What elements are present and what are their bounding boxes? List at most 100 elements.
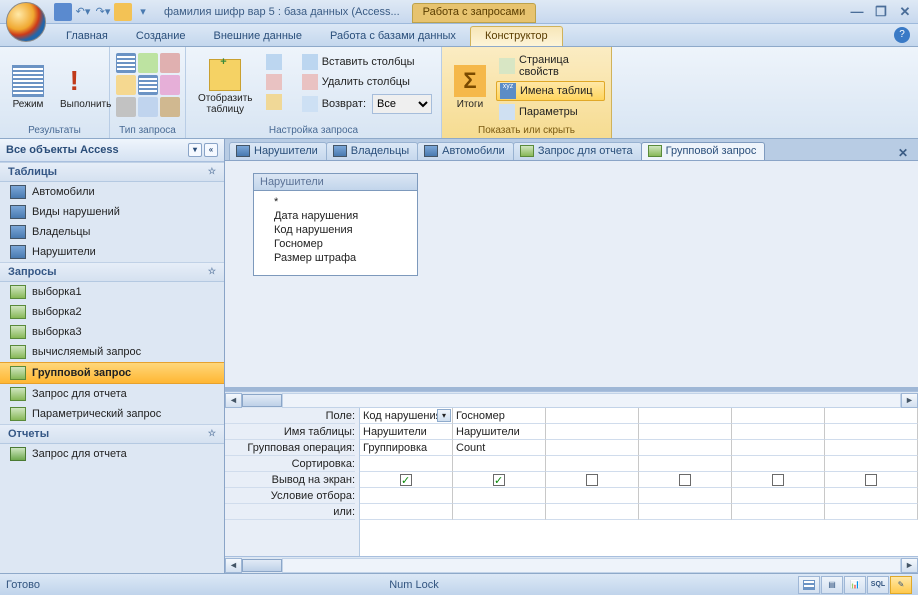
- grid-cell[interactable]: [732, 440, 825, 456]
- datasheet-view-button[interactable]: [798, 576, 820, 594]
- grid-cell[interactable]: [639, 504, 732, 520]
- grid-cell[interactable]: [732, 424, 825, 440]
- design-view-button[interactable]: ✎: [890, 576, 912, 594]
- grid-cell[interactable]: [732, 472, 825, 488]
- field-item[interactable]: *: [260, 195, 411, 209]
- show-table-button[interactable]: + Отобразитьтаблицу: [192, 53, 259, 121]
- minimize-button[interactable]: —: [848, 4, 866, 20]
- grid-cell[interactable]: [546, 456, 639, 472]
- nav-section-Отчеты[interactable]: Отчеты☆: [0, 424, 224, 444]
- show-checkbox[interactable]: [586, 474, 598, 486]
- grid-cell[interactable]: [546, 504, 639, 520]
- union-icon[interactable]: [160, 75, 180, 95]
- grid-cell[interactable]: [732, 456, 825, 472]
- insert-rows-button[interactable]: [263, 53, 295, 71]
- grid-cell[interactable]: [825, 408, 918, 424]
- update-query-icon[interactable]: [138, 75, 158, 95]
- close-button[interactable]: ✕: [896, 4, 914, 20]
- grid-cell[interactable]: [825, 424, 918, 440]
- grid-cell[interactable]: Нарушители: [453, 424, 546, 440]
- grid-cell[interactable]: Нарушители: [360, 424, 453, 440]
- nav-item[interactable]: Запрос для отчета: [0, 444, 224, 464]
- delete-query-icon[interactable]: [116, 97, 136, 117]
- restore-button[interactable]: ❐: [872, 4, 890, 20]
- make-table-icon[interactable]: [138, 53, 158, 73]
- scroll-thumb[interactable]: [242, 394, 282, 407]
- scroll-right-icon[interactable]: ►: [901, 558, 918, 573]
- scroll-track[interactable]: [282, 558, 901, 573]
- nav-collapse-icon[interactable]: «: [204, 143, 218, 157]
- field-item[interactable]: Код нарушения: [260, 223, 411, 237]
- scroll-thumb[interactable]: [242, 559, 282, 572]
- grid-cell[interactable]: [732, 488, 825, 504]
- nav-item[interactable]: Виды нарушений: [0, 202, 224, 222]
- nav-item[interactable]: выборка3: [0, 322, 224, 342]
- grid-cell[interactable]: [825, 488, 918, 504]
- chart-view-button[interactable]: 📊: [844, 576, 866, 594]
- lower-hscroll[interactable]: ◄ ►: [225, 556, 918, 573]
- return-select[interactable]: Все: [372, 94, 432, 114]
- open-icon[interactable]: [114, 3, 132, 21]
- save-icon[interactable]: [54, 3, 72, 21]
- grid-cell[interactable]: [825, 504, 918, 520]
- grid-cell[interactable]: [360, 456, 453, 472]
- grid-cell[interactable]: [546, 472, 639, 488]
- ribbon-tab-работа с базами данных[interactable]: Работа с базами данных: [316, 27, 470, 46]
- nav-item[interactable]: Параметрический запрос: [0, 404, 224, 424]
- grid-cell[interactable]: [360, 504, 453, 520]
- field-item[interactable]: Госномер: [260, 237, 411, 251]
- nav-item[interactable]: выборка1: [0, 282, 224, 302]
- ribbon-tab-внешние данные[interactable]: Внешние данные: [200, 27, 316, 46]
- ribbon-tab-главная[interactable]: Главная: [52, 27, 122, 46]
- passthrough-icon[interactable]: [138, 97, 158, 117]
- nav-item[interactable]: Запрос для отчета: [0, 384, 224, 404]
- insert-cols-button[interactable]: Вставить столбцы: [299, 53, 435, 71]
- builder-button[interactable]: [263, 93, 295, 111]
- nav-header[interactable]: Все объекты Access ▾«: [0, 139, 224, 162]
- grid-cell[interactable]: [825, 472, 918, 488]
- scroll-right-icon[interactable]: ►: [901, 393, 918, 408]
- grid-cell[interactable]: [546, 424, 639, 440]
- show-checkbox[interactable]: [679, 474, 691, 486]
- grid-cell[interactable]: Count: [453, 440, 546, 456]
- show-checkbox[interactable]: [772, 474, 784, 486]
- close-tab-button[interactable]: ✕: [894, 146, 912, 160]
- grid-cell[interactable]: [546, 488, 639, 504]
- table-card[interactable]: Нарушители *Дата нарушенияКод нарушенияГ…: [253, 173, 418, 276]
- doc-tab[interactable]: Запрос для отчета: [513, 142, 642, 160]
- crosstab-icon[interactable]: [160, 53, 180, 73]
- run-button[interactable]: ! Выполнить: [54, 53, 117, 121]
- grid-cell[interactable]: [360, 472, 453, 488]
- undo-button[interactable]: ↶▾: [74, 3, 92, 21]
- doc-tab[interactable]: Нарушители: [229, 142, 327, 160]
- office-button[interactable]: [6, 2, 46, 42]
- delete-rows-button[interactable]: [263, 73, 295, 91]
- grid-columns[interactable]: Код нарушения▾ГосномерНарушителиНарушите…: [360, 408, 918, 556]
- grid-cell[interactable]: [639, 424, 732, 440]
- grid-cell[interactable]: [360, 488, 453, 504]
- nav-item[interactable]: Нарушители: [0, 242, 224, 262]
- table-names-button[interactable]: xyzИмена таблиц: [496, 81, 605, 101]
- show-checkbox[interactable]: [400, 474, 412, 486]
- scroll-track[interactable]: [282, 393, 901, 408]
- grid-cell[interactable]: [453, 472, 546, 488]
- qat-customize[interactable]: ▾: [134, 3, 152, 21]
- nav-dropdown-icon[interactable]: ▾: [188, 143, 202, 157]
- grid-cell[interactable]: Госномер: [453, 408, 546, 424]
- delete-cols-button[interactable]: Удалить столбцы: [299, 73, 435, 91]
- nav-section-Таблицы[interactable]: Таблицы☆: [0, 162, 224, 182]
- doc-tab[interactable]: Владельцы: [326, 142, 418, 160]
- show-checkbox[interactable]: [493, 474, 505, 486]
- show-checkbox[interactable]: [865, 474, 877, 486]
- ribbon-tab-создание[interactable]: Создание: [122, 27, 200, 46]
- property-page-button[interactable]: Страница свойств: [496, 53, 605, 79]
- grid-cell[interactable]: [546, 408, 639, 424]
- doc-tab[interactable]: Групповой запрос: [641, 142, 766, 160]
- parameters-button[interactable]: Параметры: [496, 103, 605, 121]
- pivot-view-button[interactable]: ▤: [821, 576, 843, 594]
- table-pane[interactable]: Нарушители *Дата нарушенияКод нарушенияГ…: [225, 161, 918, 391]
- grid-cell[interactable]: [453, 504, 546, 520]
- grid-cell[interactable]: [825, 440, 918, 456]
- grid-cell[interactable]: [639, 456, 732, 472]
- grid-cell[interactable]: [453, 488, 546, 504]
